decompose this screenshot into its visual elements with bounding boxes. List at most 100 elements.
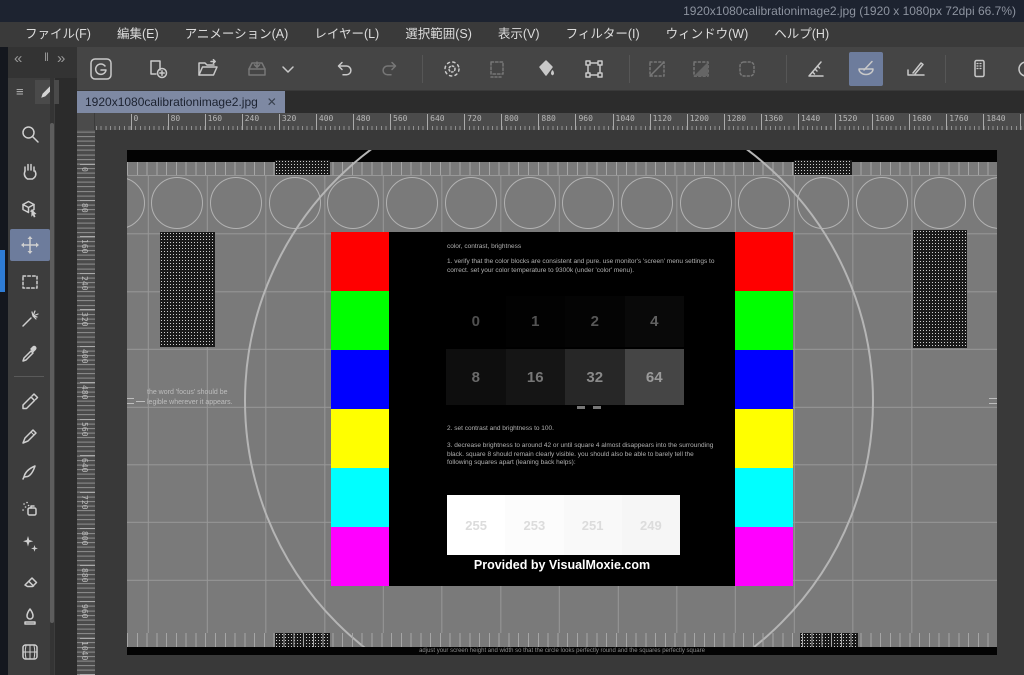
frame-border-icon[interactable] bbox=[577, 52, 611, 86]
tool-pen[interactable] bbox=[10, 420, 50, 452]
color-block-3 bbox=[331, 409, 389, 468]
new-canvas-button[interactable] bbox=[141, 52, 175, 86]
auto-action-icon[interactable] bbox=[435, 52, 469, 86]
selection-border-icon[interactable] bbox=[730, 52, 764, 86]
tool-marker[interactable] bbox=[10, 383, 50, 415]
focus-mark bbox=[127, 398, 134, 399]
tab-close-icon[interactable]: ✕ bbox=[267, 91, 277, 113]
dark-squares-row-2: 8163264 bbox=[446, 349, 684, 405]
h-ruler-label: 880 bbox=[538, 114, 555, 123]
tool-eyedropper[interactable] bbox=[10, 338, 50, 370]
menu-item-1[interactable]: 編集(E) bbox=[104, 22, 172, 47]
undo-button[interactable] bbox=[327, 52, 361, 86]
palette-divider bbox=[14, 376, 44, 377]
tiny-marks bbox=[577, 406, 605, 409]
h-ruler-label: 320 bbox=[279, 114, 296, 123]
v-ruler-label: 400 bbox=[80, 346, 89, 363]
h-ruler-label: 1440 bbox=[798, 114, 820, 123]
dither-block bbox=[913, 230, 967, 348]
deselect-icon[interactable] bbox=[640, 52, 674, 86]
selection-launcher-icon[interactable] bbox=[480, 52, 514, 86]
snap-to-ruler-icon[interactable] bbox=[799, 52, 833, 86]
dark-square-2: 2 bbox=[565, 296, 625, 347]
panel-gutter bbox=[55, 78, 77, 675]
h-ruler-label: 240 bbox=[242, 114, 259, 123]
tool-airbrush[interactable] bbox=[10, 493, 50, 525]
menu-item-0[interactable]: ファイル(F) bbox=[12, 22, 104, 47]
menu-item-6[interactable]: フィルター(I) bbox=[553, 22, 653, 47]
fill-bucket-icon[interactable] bbox=[529, 52, 563, 86]
dither-block bbox=[275, 160, 330, 175]
tool-operation[interactable] bbox=[10, 192, 50, 224]
color-bar-right bbox=[735, 232, 793, 586]
collapse-left-icon[interactable]: « bbox=[14, 50, 22, 67]
tab-active-document[interactable]: 1920x1080calibrationimage2.jpg ✕ bbox=[77, 91, 285, 113]
save-menu-chevron-icon[interactable] bbox=[277, 52, 299, 86]
tool-hand[interactable] bbox=[10, 155, 50, 187]
color-block-5 bbox=[735, 527, 793, 586]
white-square-253: 253 bbox=[505, 495, 563, 555]
menu-item-4[interactable]: 選択範囲(S) bbox=[392, 22, 485, 47]
navigator-brush-icon[interactable] bbox=[849, 52, 883, 86]
v-ruler-label: 0 bbox=[80, 164, 89, 172]
tool-decoration[interactable] bbox=[10, 528, 50, 560]
tool-brush[interactable] bbox=[10, 456, 50, 488]
menubar: ファイル(F)編集(E)アニメーション(A)レイヤー(L)選択範囲(S)表示(V… bbox=[0, 22, 1024, 47]
v-ruler-label: 480 bbox=[80, 382, 89, 399]
csp-logo-icon[interactable] bbox=[84, 52, 118, 86]
focus-mark bbox=[136, 401, 145, 402]
tool-zoom[interactable] bbox=[10, 118, 50, 150]
tool-palette: ≡ bbox=[8, 78, 55, 675]
v-ruler-label: 560 bbox=[80, 419, 89, 436]
tool-auto-select[interactable] bbox=[10, 303, 50, 335]
menu-item-3[interactable]: レイヤー(L) bbox=[301, 22, 392, 47]
dark-square-32: 32 bbox=[565, 349, 625, 405]
tool-figure[interactable] bbox=[10, 636, 50, 668]
invert-selection-icon[interactable] bbox=[684, 52, 718, 86]
v-ruler-label: 640 bbox=[80, 455, 89, 472]
tool-blend[interactable] bbox=[10, 600, 50, 632]
dither-block bbox=[160, 232, 215, 347]
h-ruler-label: 1920 bbox=[1020, 114, 1024, 123]
color-block-3 bbox=[735, 409, 793, 468]
dark-square-1: 1 bbox=[506, 296, 566, 347]
h-ruler-label: 720 bbox=[464, 114, 481, 123]
tab-label: 1920x1080calibrationimage2.jpg bbox=[85, 91, 258, 113]
dither-block bbox=[794, 160, 852, 175]
extra-tool-icon[interactable] bbox=[1003, 52, 1024, 86]
h-ruler-label: 80 bbox=[168, 114, 181, 123]
ruler-corner bbox=[77, 113, 95, 130]
tool-move[interactable] bbox=[10, 229, 50, 261]
white-square-251: 251 bbox=[564, 495, 622, 555]
step-3: 3. decrease brightness to around 42 or u… bbox=[447, 442, 715, 468]
pattern-circle bbox=[856, 177, 908, 229]
menu-item-7[interactable]: ウィンドウ(W) bbox=[653, 22, 762, 47]
h-ruler-label: 0 bbox=[131, 114, 139, 123]
dark-square-64: 64 bbox=[625, 349, 685, 405]
collapse-right-icon[interactable]: » bbox=[57, 50, 65, 67]
v-ruler-label: 320 bbox=[80, 309, 89, 326]
color-block-4 bbox=[735, 468, 793, 527]
canvas-viewport[interactable]: color, contrast, brightness 1. verify th… bbox=[95, 130, 1024, 675]
companion-mode-icon[interactable] bbox=[962, 52, 996, 86]
h-ruler-label: 1360 bbox=[761, 114, 783, 123]
open-file-button[interactable] bbox=[191, 52, 225, 86]
palette-menu-icon[interactable]: ≡ bbox=[16, 84, 24, 99]
palette-scrollbar-thumb[interactable] bbox=[50, 123, 54, 623]
save-button[interactable] bbox=[240, 52, 274, 86]
menu-item-5[interactable]: 表示(V) bbox=[485, 22, 553, 47]
pattern-circle bbox=[151, 177, 203, 229]
tool-marquee[interactable] bbox=[10, 266, 50, 298]
document-tabbar: 1920x1080calibrationimage2.jpg ✕ bbox=[77, 91, 1024, 113]
h-ruler-label: 160 bbox=[205, 114, 222, 123]
v-ruler-label: 80 bbox=[80, 200, 89, 213]
menu-item-8[interactable]: ヘルプ(H) bbox=[761, 22, 842, 47]
redo-button[interactable] bbox=[373, 52, 407, 86]
toolbar-separator bbox=[629, 55, 630, 83]
tool-eraser[interactable] bbox=[10, 564, 50, 596]
menu-item-2[interactable]: アニメーション(A) bbox=[172, 22, 302, 47]
palette-scrollbar[interactable] bbox=[50, 78, 54, 675]
panel-splitter-icon[interactable]: ‖ bbox=[44, 50, 49, 64]
command-bar bbox=[77, 47, 1024, 91]
snap-to-special-ruler-icon[interactable] bbox=[899, 52, 933, 86]
